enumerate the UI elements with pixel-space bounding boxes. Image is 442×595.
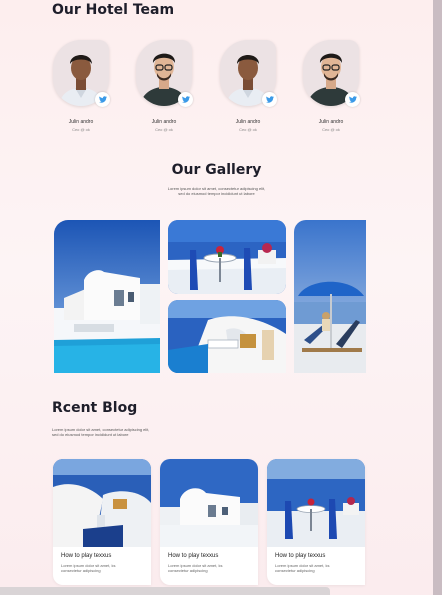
blog-post-desc: Lorem ipsum dolor sit amet, ks consectet… [275,563,330,573]
member-name: Julin andro [318,119,344,125]
gallery-title: Our Gallery [171,162,262,178]
member-role: Ceo @ ok [72,127,90,132]
twitter-icon[interactable] [262,92,277,107]
team-title: Our Hotel Team [52,2,175,18]
blog-post-title[interactable]: How to play texxus [168,553,218,559]
gallery-image[interactable] [168,220,286,294]
blog-card[interactable]: How to play texxus Lorem ipsum dolor sit… [53,459,151,585]
team-member-card: Julin andro Ceo @ ok [303,40,363,135]
blog-card[interactable]: How to play texxus Lorem ipsum dolor sit… [267,459,365,585]
member-name: Julin andro [68,119,94,125]
gallery-image[interactable] [54,220,160,373]
member-name: Julin andro [151,119,177,125]
member-role: Ceo @ ok [155,127,173,132]
blog-subtitle: Lorem ipsum dolor sit amet, consectetur … [52,427,150,437]
team-member-card: Julin andro Ceo @ ok [220,40,280,135]
team-member-card: Julin andro Ceo @ ok [53,40,113,135]
member-name: Julin andro [235,119,261,125]
blog-post-desc: Lorem ipsum dolor sit amet, ks consectet… [61,563,116,573]
blog-card[interactable]: How to play texxus Lorem ipsum dolor sit… [160,459,258,585]
twitter-icon[interactable] [345,92,360,107]
gallery-image[interactable] [168,300,286,373]
blog-image[interactable] [53,459,151,547]
page: Our Hotel Team Julin andro Ceo @ ok Juli… [0,0,433,595]
twitter-icon[interactable] [178,92,193,107]
scrollbar-track[interactable] [433,0,442,595]
blog-image[interactable] [267,459,365,547]
twitter-icon[interactable] [95,92,110,107]
horizontal-scrollbar[interactable] [0,587,330,595]
team-member-card: Julin andro Ceo @ ok [136,40,196,135]
blog-title: Rcent Blog [52,400,138,416]
blog-post-desc: Lorem ipsum dolor sit amet, ks consectet… [168,563,223,573]
member-role: Ceo @ ok [239,127,257,132]
gallery-image[interactable] [294,220,366,373]
blog-post-title[interactable]: How to play texxus [275,553,325,559]
gallery-subtitle: Lorem ipsum dolor sit amet, consectetur … [167,186,266,196]
blog-image[interactable] [160,459,258,547]
member-role: Ceo @ ok [322,127,340,132]
blog-post-title[interactable]: How to play texxus [61,553,111,559]
